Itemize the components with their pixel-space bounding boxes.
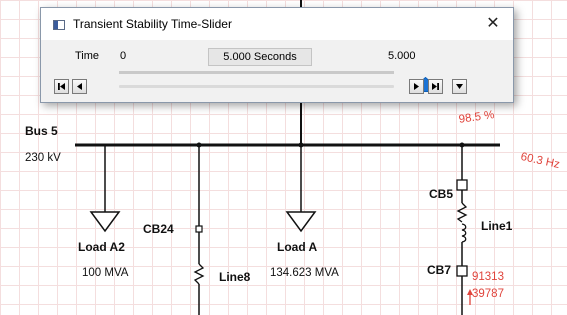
- dialog-titlebar[interactable]: Transient Stability Time-Slider ✕: [41, 8, 513, 40]
- step-forward-icon: [414, 83, 419, 90]
- line8-resistor[interactable]: [193, 263, 205, 285]
- load-a-symbol[interactable]: [285, 211, 317, 233]
- breaker-cb7-label: CB7: [427, 263, 452, 277]
- load-a2-rating: 100 MVA: [82, 267, 129, 279]
- close-button[interactable]: ✕: [473, 8, 513, 40]
- breaker-cb7[interactable]: [456, 265, 468, 277]
- load-a2-symbol[interactable]: [89, 211, 121, 233]
- line8-label: Line8: [219, 270, 251, 284]
- dialog-title: Transient Stability Time-Slider: [73, 17, 232, 31]
- skip-to-start-button[interactable]: [54, 79, 69, 94]
- time-slider-dialog: Transient Stability Time-Slider ✕ Time 0…: [40, 7, 514, 103]
- options-dropdown-button[interactable]: [452, 79, 467, 94]
- skip-to-end-icon: [432, 83, 439, 90]
- load-a2-name[interactable]: Load A2: [78, 240, 125, 254]
- dropdown-arrow-icon: [456, 84, 463, 89]
- breaker-cb5[interactable]: [456, 179, 468, 191]
- flow-readout-mw: 91313: [472, 271, 504, 283]
- app-icon: [53, 20, 65, 30]
- step-back-icon: [77, 83, 82, 90]
- bus-voltage: 230 kV: [25, 152, 61, 164]
- step-back-button[interactable]: [72, 79, 87, 94]
- time-slider-track[interactable]: [119, 85, 394, 88]
- time-progress-bar: [119, 71, 394, 74]
- time-progress-fill: [119, 71, 394, 74]
- current-time-display: 5.000 Seconds: [208, 48, 312, 66]
- skip-to-start-icon: [58, 83, 65, 90]
- breaker-cb24[interactable]: [195, 225, 203, 233]
- breaker-cb24-label: CB24: [143, 222, 174, 236]
- bus-name[interactable]: Bus 5: [25, 124, 58, 138]
- line1-inductor[interactable]: [461, 223, 467, 243]
- skip-to-end-button[interactable]: [428, 79, 443, 94]
- step-forward-button[interactable]: [409, 79, 424, 94]
- time-max-label: 5.000: [388, 50, 416, 62]
- time-label: Time: [75, 50, 100, 62]
- load-a-rating: 134.623 MVA: [270, 267, 339, 279]
- line1-resistor[interactable]: [456, 202, 468, 223]
- breaker-cb5-label: CB5: [429, 187, 454, 201]
- flow-readout-mvar: 39787: [472, 288, 504, 300]
- time-min-label: 0: [120, 50, 127, 62]
- line1-label: Line1: [481, 219, 513, 233]
- load-a-name[interactable]: Load A: [277, 240, 317, 254]
